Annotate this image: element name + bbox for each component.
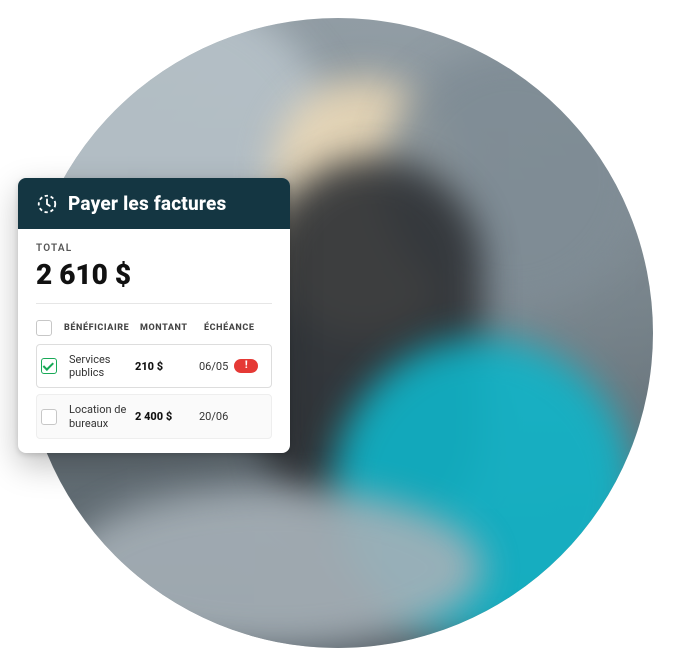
due-cell: 20/06	[199, 410, 267, 423]
select-all-checkbox[interactable]	[36, 320, 52, 336]
overdue-alert-icon: !	[234, 359, 258, 373]
pay-bills-card: Payer les factures TOTAL 2 610 $ BÉNÉFIC…	[18, 178, 290, 453]
due-cell: 06/05 !	[199, 359, 267, 373]
col-payee: BÉNÉFICIAIRE	[64, 323, 134, 333]
due-date: 06/05	[199, 360, 228, 373]
bills-table: BÉNÉFICIAIRE MONTANT ÉCHÉANCE Services p…	[36, 314, 272, 439]
card-body: TOTAL 2 610 $ BÉNÉFICIAIRE MONTANT ÉCHÉA…	[18, 229, 290, 439]
col-amount: MONTANT	[140, 323, 198, 333]
clock-icon	[36, 193, 58, 215]
row-checkbox[interactable]	[41, 358, 57, 374]
table-row[interactable]: Location de bureaux 2 400 $ 20/06	[36, 394, 272, 438]
table-header-row: BÉNÉFICIAIRE MONTANT ÉCHÉANCE	[36, 314, 272, 344]
total-value: 2 610 $	[36, 258, 272, 291]
divider	[36, 303, 272, 304]
table-row[interactable]: Services publics 210 $ 06/05 !	[36, 344, 272, 388]
payee-cell: Services publics	[69, 353, 129, 379]
amount-cell: 210 $	[135, 360, 193, 373]
amount-cell: 2 400 $	[135, 410, 193, 423]
card-header: Payer les factures	[18, 178, 290, 229]
row-checkbox[interactable]	[41, 409, 57, 425]
bg-blob	[63, 488, 483, 648]
card-title: Payer les factures	[68, 192, 226, 215]
payee-cell: Location de bureaux	[69, 403, 129, 429]
col-due: ÉCHÉANCE	[204, 323, 272, 333]
due-date: 20/06	[199, 410, 228, 423]
total-label: TOTAL	[36, 243, 272, 254]
